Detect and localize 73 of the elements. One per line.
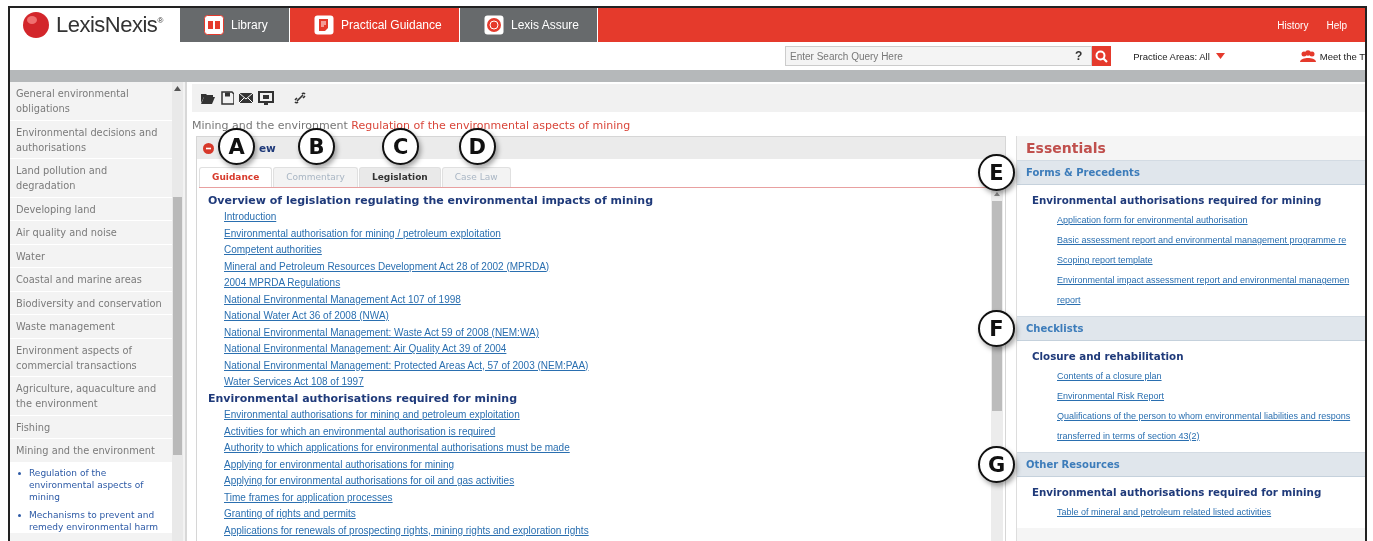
document-link[interactable]: Competent authorities — [224, 242, 322, 259]
header-link[interactable]: Help — [1326, 19, 1347, 31]
search-field[interactable]: Enter Search Query Here ? — [785, 46, 1093, 66]
book-icon — [204, 15, 224, 35]
resource-link[interactable]: Basic assessment report and environmental management programme re — [1057, 230, 1347, 250]
section-header[interactable]: Other Resources — [1017, 452, 1365, 477]
document-link[interactable]: Applications for renewals of prospecting rights, mining rights and exploration rights — [224, 522, 589, 539]
resource-link[interactable]: Contents of a closure plan — [1057, 366, 1162, 386]
nav-tab[interactable]: Library — [180, 8, 290, 42]
document-link[interactable]: National Environmental Management: Protected Areas Act, 57 of 2003 (NEM:PAA) — [224, 357, 589, 374]
document-link[interactable]: Environmental authorisation for mining / petroleum exploitation — [224, 225, 501, 242]
resource-link[interactable]: Environmental Risk Report — [1057, 386, 1165, 406]
group-heading: Environmental authorisations required for mining — [1032, 193, 1323, 208]
document-link[interactable]: Activities for which an environmental authorisation is required — [224, 423, 496, 440]
resource-link[interactable]: Table of mineral and petroleum related listed activities — [1057, 502, 1272, 522]
document-link[interactable]: 2004 MPRDA Regulations — [224, 275, 341, 292]
bullet-icon — [18, 513, 21, 517]
logo-text: LexisNexis® — [56, 12, 163, 38]
resource-link[interactable]: Qualifications of the person to whom environmental liabilities and respons — [1057, 406, 1351, 426]
document-link[interactable]: Water Services Act 108 of 1997 — [224, 374, 364, 391]
monitor-icon[interactable] — [258, 91, 274, 105]
tab[interactable]: Guidance — [199, 166, 273, 187]
document-link[interactable]: National Environmental Management Act 107 of 1998 — [224, 291, 461, 308]
section-header[interactable]: Forms & Precedents — [1017, 160, 1365, 185]
callout-marker: B — [298, 128, 336, 165]
collapse-icon[interactable] — [203, 142, 214, 154]
group-heading: Environmental authorisations required for mining — [1032, 485, 1323, 500]
link-icon[interactable] — [292, 91, 308, 105]
document-link[interactable]: Introduction — [224, 209, 277, 226]
resource-link[interactable]: Environmental impact assessment report and environmental managemen — [1057, 270, 1350, 290]
tab[interactable]: Legislation — [358, 166, 441, 187]
document-link[interactable]: Authority to which applications for environmental authorisations must be made — [224, 440, 570, 457]
nav-tab[interactable]: Lexis Assure — [460, 8, 598, 42]
callout-marker: D — [458, 128, 496, 165]
caret-icon — [1215, 53, 1225, 59]
folder-icon[interactable] — [200, 91, 216, 105]
sidebar-subitem[interactable]: Regulation of the environmental aspects of mining — [29, 466, 174, 503]
panel-title: ew — [259, 142, 276, 154]
document-link[interactable]: Time frames for application processes — [224, 489, 393, 506]
scrollbar[interactable] — [172, 82, 183, 541]
search-button[interactable] — [1092, 46, 1112, 66]
resource-link[interactable]: report — [1057, 290, 1081, 310]
bullet-icon — [18, 471, 21, 475]
document-link[interactable]: Granting of rights and permits — [224, 506, 356, 523]
section-heading: Overview of legislation regulating the environmental impacts of mining — [208, 192, 654, 209]
meet-link[interactable]: Meet the T — [1299, 49, 1365, 63]
resource-link[interactable]: Application form for environmental authorisation — [1057, 210, 1248, 230]
sidebar-subitem[interactable]: Mechanisms to prevent and remedy environmental harm — [29, 508, 174, 533]
document-link[interactable]: Applying for environmental authorisations for mining — [224, 456, 455, 473]
document-link[interactable]: National Water Act 36 of 2008 (NWA) — [224, 308, 389, 325]
scroll-up-icon[interactable] — [174, 86, 181, 91]
document-icon — [314, 15, 334, 35]
document-link[interactable]: Applying for environmental authorisations for oil and gas activities — [224, 473, 515, 490]
help-icon[interactable]: ? — [1075, 49, 1083, 63]
document-link[interactable]: Mineral and Petroleum Resources Development Act 28 of 2002 (MPRDA) — [224, 258, 550, 275]
callout-marker: C — [382, 128, 420, 165]
section-heading: Environmental authorisations required for mining — [208, 390, 518, 407]
resource-link[interactable]: Scoping report template — [1057, 250, 1153, 270]
email-icon[interactable] — [238, 91, 254, 105]
panel-title: Essentials — [1025, 139, 1107, 158]
save-icon[interactable] — [220, 91, 234, 105]
section-header[interactable]: Checklists — [1017, 316, 1365, 341]
emblem-icon — [484, 15, 504, 35]
search-icon — [1095, 49, 1109, 63]
people-icon — [1299, 49, 1316, 63]
document-link[interactable]: Environmental authorisations for mining and petroleum exploitation — [224, 407, 520, 424]
practice-areas-dropdown[interactable]: Practice Areas: All — [1133, 50, 1225, 62]
group-heading: Closure and rehabilitation — [1032, 349, 1185, 364]
document-link[interactable]: National Environmental Management: Air Quality Act 39 of 2004 — [224, 341, 507, 358]
header-link[interactable]: History — [1277, 19, 1309, 31]
resource-link[interactable]: transferred in terms of section 43(2) — [1057, 426, 1200, 446]
document-link[interactable]: National Environmental Management: Waste Act 59 of 2008 (NEM:WA) — [224, 324, 539, 341]
logo-sphere-icon — [22, 11, 50, 39]
